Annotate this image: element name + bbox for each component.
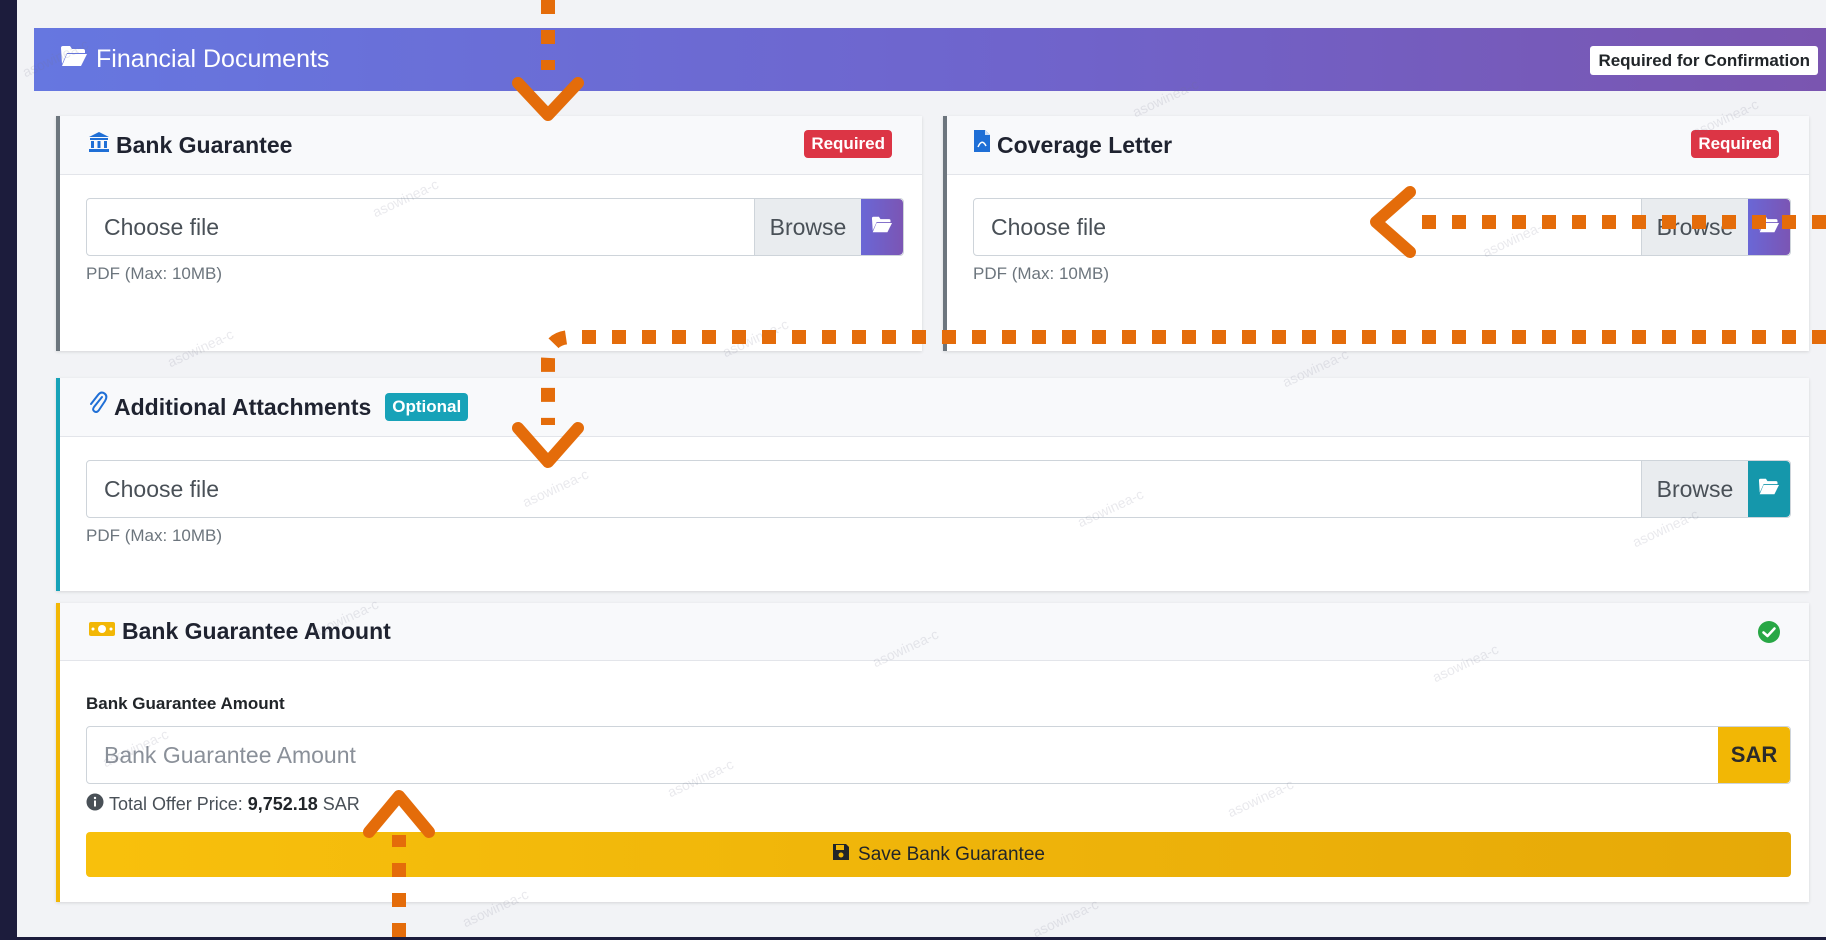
browse-button[interactable]: Browse: [1641, 461, 1748, 517]
file-input-text[interactable]: Choose file: [974, 199, 1641, 255]
required-badge: Required: [1691, 130, 1779, 158]
card-title-text: Additional Attachments: [114, 394, 372, 420]
save-bank-guarantee-button[interactable]: Save Bank Guarantee: [86, 832, 1791, 877]
required-badge: Required: [804, 130, 892, 158]
card-header: Additional Attachments Optional: [60, 378, 1809, 437]
upload-folder-button[interactable]: [1748, 461, 1790, 517]
section-title: Financial Documents: [60, 28, 329, 91]
currency-addon: SAR: [1718, 727, 1790, 783]
upload-folder-button[interactable]: [861, 199, 903, 255]
bank-guarantee-amount-card: Bank Guarantee Amount Bank Guarantee Amo…: [56, 603, 1809, 902]
card-header: Bank Guarantee Required: [60, 116, 922, 175]
file-input-text[interactable]: Choose file: [87, 199, 754, 255]
card-title: Bank Guarantee: [88, 116, 292, 174]
paperclip-icon: [88, 378, 108, 436]
file-hint: PDF (Max: 10MB): [86, 264, 223, 283]
bank-icon: [88, 116, 110, 174]
check-circle-icon: [1757, 620, 1781, 649]
file-hint: PDF (Max: 10MB): [86, 526, 223, 545]
bank-guarantee-file-input[interactable]: Choose file Browse: [86, 198, 904, 256]
card-title-text: Bank Guarantee Amount: [122, 618, 391, 644]
card-title-text: Coverage Letter: [997, 132, 1173, 158]
total-offer-price: Total Offer Price: 9,752.18 SAR: [86, 793, 360, 816]
folder-open-icon: [871, 216, 893, 238]
financial-documents-header: Financial Documents Required for Confirm…: [34, 28, 1826, 91]
coverage-letter-card: Coverage Letter Required Choose file Bro…: [943, 116, 1809, 351]
card-header: Coverage Letter Required: [947, 116, 1809, 175]
optional-badge: Optional: [385, 393, 469, 421]
required-for-confirmation-badge: Required for Confirmation: [1590, 46, 1818, 75]
total-value: 9,752.18: [247, 794, 318, 814]
upload-folder-button[interactable]: [1748, 199, 1790, 255]
info-circle-icon: [86, 793, 104, 816]
money-icon: [88, 603, 116, 660]
folder-open-icon: [60, 28, 88, 91]
bank-guarantee-card: Bank Guarantee Required Choose file Brow…: [56, 116, 922, 351]
folder-open-icon: [1758, 478, 1780, 500]
total-currency: SAR: [322, 794, 360, 814]
coverage-letter-file-input[interactable]: Choose file Browse: [973, 198, 1791, 256]
file-hint: PDF (Max: 10MB): [973, 264, 1110, 283]
browse-button[interactable]: Browse: [754, 199, 861, 255]
additional-attachments-file-input[interactable]: Choose file Browse: [86, 460, 1791, 518]
total-label: Total Offer Price:: [109, 794, 243, 814]
card-header: Bank Guarantee Amount: [60, 603, 1809, 661]
file-input-text[interactable]: Choose file: [87, 461, 1641, 517]
additional-attachments-card: Additional Attachments Optional Choose f…: [56, 378, 1809, 591]
card-title: Bank Guarantee Amount: [88, 603, 391, 660]
bank-guarantee-amount-input[interactable]: [87, 727, 1718, 783]
section-title-text: Financial Documents: [96, 45, 330, 73]
amount-field-label: Bank Guarantee Amount: [86, 694, 285, 713]
card-title-text: Bank Guarantee: [116, 132, 293, 158]
card-title: Additional Attachments Optional: [88, 378, 469, 436]
pdf-file-icon: [973, 116, 991, 174]
browse-button[interactable]: Browse: [1641, 199, 1748, 255]
save-button-label: Save Bank Guarantee: [858, 843, 1045, 865]
card-title: Coverage Letter: [973, 116, 1172, 174]
amount-input-group: SAR: [86, 726, 1791, 784]
folder-open-icon: [1758, 216, 1780, 238]
save-icon: [832, 843, 850, 867]
